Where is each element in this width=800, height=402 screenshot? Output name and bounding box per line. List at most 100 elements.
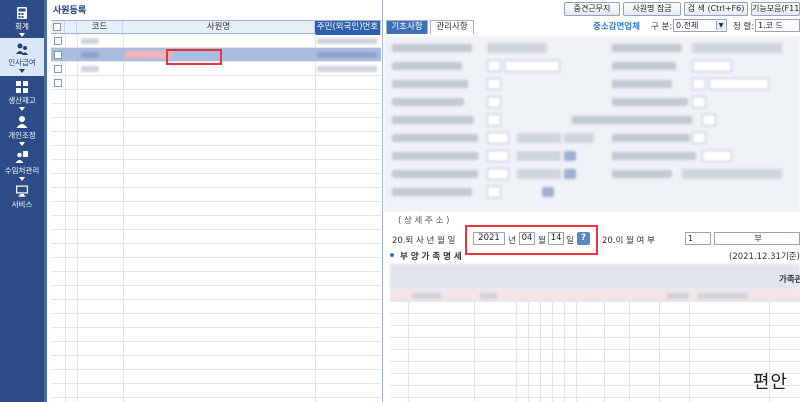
left-sidebar: 회계 인사급여 생산재고 개인조정 수임처관리 서비스 xyxy=(0,0,44,402)
table-row xyxy=(51,132,381,146)
carryover-input[interactable]: 1 xyxy=(685,232,711,245)
row-checkbox[interactable] xyxy=(54,37,62,45)
redacted-id xyxy=(317,52,377,58)
form-row xyxy=(392,114,792,126)
table-row xyxy=(51,286,381,300)
row-checkbox[interactable] xyxy=(54,51,62,59)
chevron-down-icon xyxy=(19,69,25,73)
table-row xyxy=(390,326,800,338)
table-row xyxy=(51,356,381,370)
division-select[interactable]: 0.전체 ▼ xyxy=(673,19,727,32)
table-row xyxy=(51,258,381,272)
dependents-grid-header-redacted xyxy=(390,264,800,290)
table-row xyxy=(51,146,381,160)
calculator-icon xyxy=(17,7,27,19)
row-checkbox[interactable] xyxy=(54,79,62,87)
sidebar-item-label: 서비스 xyxy=(11,200,33,209)
section-bullet-icon xyxy=(390,253,394,257)
watermark-text: 편안 xyxy=(752,372,788,393)
table-row xyxy=(390,350,800,362)
people-icon xyxy=(16,43,28,55)
sme-badge: 중소감면업체 xyxy=(593,22,640,32)
select-all-checkbox[interactable] xyxy=(53,23,61,31)
form-row xyxy=(392,42,792,54)
sidebar-item-client[interactable]: 수임처관리 xyxy=(0,146,44,184)
retire-date-label: 20.퇴 사 년 월 일 xyxy=(392,236,456,246)
sidebar-item-hr-payroll[interactable]: 인사급여 xyxy=(0,38,44,76)
employee-list-panel: 사원등록 코드 사원명 주민(외국인)번호 xyxy=(47,0,383,402)
employee-grid-body xyxy=(51,34,381,402)
dependents-section-title: 부 양 가 족 명 세 xyxy=(400,252,462,262)
form-row xyxy=(392,78,792,90)
table-row xyxy=(51,202,381,216)
select-all-cell[interactable] xyxy=(51,21,65,35)
form-row xyxy=(392,96,792,108)
highlight-box-retire-date xyxy=(465,225,598,255)
highlight-box-name xyxy=(166,49,222,65)
sidebar-item-label: 수임처관리 xyxy=(4,166,40,175)
form-row xyxy=(392,132,792,144)
grid-icon xyxy=(16,81,28,93)
carryover-display: 부 xyxy=(714,232,800,245)
form-row xyxy=(392,168,792,180)
table-row xyxy=(390,362,800,374)
table-row[interactable] xyxy=(51,76,381,90)
basic-info-form-redacted xyxy=(384,36,800,212)
group-icon xyxy=(15,151,28,163)
redacted-id xyxy=(317,66,377,72)
search-button[interactable]: 검 색 (Ctrl+F6) xyxy=(684,2,748,16)
table-row xyxy=(51,216,381,230)
chevron-down-icon[interactable]: ▼ xyxy=(716,21,725,30)
sidebar-item-label: 인사급여 xyxy=(8,58,36,67)
sub-workplace-button[interactable]: 중견근무지 xyxy=(564,2,620,16)
dependents-grid-body xyxy=(390,290,800,402)
detail-address-label: ( 상 세 주 소 ) xyxy=(398,216,450,226)
table-row xyxy=(51,244,381,258)
tab-basic-info[interactable]: 기초사항 xyxy=(386,20,428,34)
column-header-code[interactable]: 코드 xyxy=(77,21,123,35)
sort-select[interactable]: 1.코 드 xyxy=(755,19,800,32)
redacted-id xyxy=(317,38,377,44)
tab-management[interactable]: 관리사항 xyxy=(430,20,474,34)
table-row xyxy=(51,328,381,342)
sidebar-item-accounting[interactable]: 회계 xyxy=(0,2,44,40)
table-row xyxy=(51,384,381,398)
sidebar-item-label: 개인조정 xyxy=(8,131,36,140)
table-row xyxy=(51,272,381,286)
lock-name-button[interactable]: 사원명 잠금 xyxy=(623,2,681,16)
table-row xyxy=(51,300,381,314)
table-row xyxy=(390,338,800,350)
employee-detail-panel: 중견근무지 사원명 잠금 검 색 (Ctrl+F6) 기능모음(F11) 기초사… xyxy=(384,0,800,402)
table-row[interactable] xyxy=(390,290,800,302)
table-row[interactable] xyxy=(390,302,800,314)
chevron-down-icon xyxy=(19,33,25,37)
table-row xyxy=(51,370,381,384)
sidebar-item-production[interactable]: 생산재고 xyxy=(0,76,44,114)
functions-button[interactable]: 기능모음(F11) xyxy=(751,2,800,16)
table-row xyxy=(390,314,800,326)
sidebar-item-service[interactable]: 서비스 xyxy=(0,180,44,218)
sidebar-item-personal[interactable]: 개인조정 xyxy=(0,111,44,149)
carryover-label: 20.이 월 여 부 xyxy=(602,236,655,246)
division-value: 0.전체 xyxy=(676,21,699,30)
row-checkbox[interactable] xyxy=(54,65,62,73)
redacted-code xyxy=(81,66,99,72)
table-row xyxy=(51,104,381,118)
monitor-icon xyxy=(16,185,28,197)
table-row xyxy=(51,314,381,328)
table-row xyxy=(51,174,381,188)
form-row xyxy=(392,186,792,198)
form-row xyxy=(392,150,792,162)
table-row xyxy=(51,160,381,174)
employee-grid-header: 코드 사원명 주민(외국인)번호 xyxy=(51,20,381,35)
sort-label: 정 렬: xyxy=(733,22,755,32)
dependents-col-relation: 가족관계 xyxy=(779,275,800,285)
column-header-name[interactable]: 사원명 xyxy=(123,21,315,35)
table-row[interactable] xyxy=(51,34,381,48)
redacted-code xyxy=(81,52,99,58)
person-icon xyxy=(16,116,28,128)
table-row xyxy=(51,118,381,132)
column-header-id-number[interactable]: 주민(외국인)번호 xyxy=(315,21,381,35)
page-title: 사원등록 xyxy=(53,6,87,16)
table-row xyxy=(51,188,381,202)
